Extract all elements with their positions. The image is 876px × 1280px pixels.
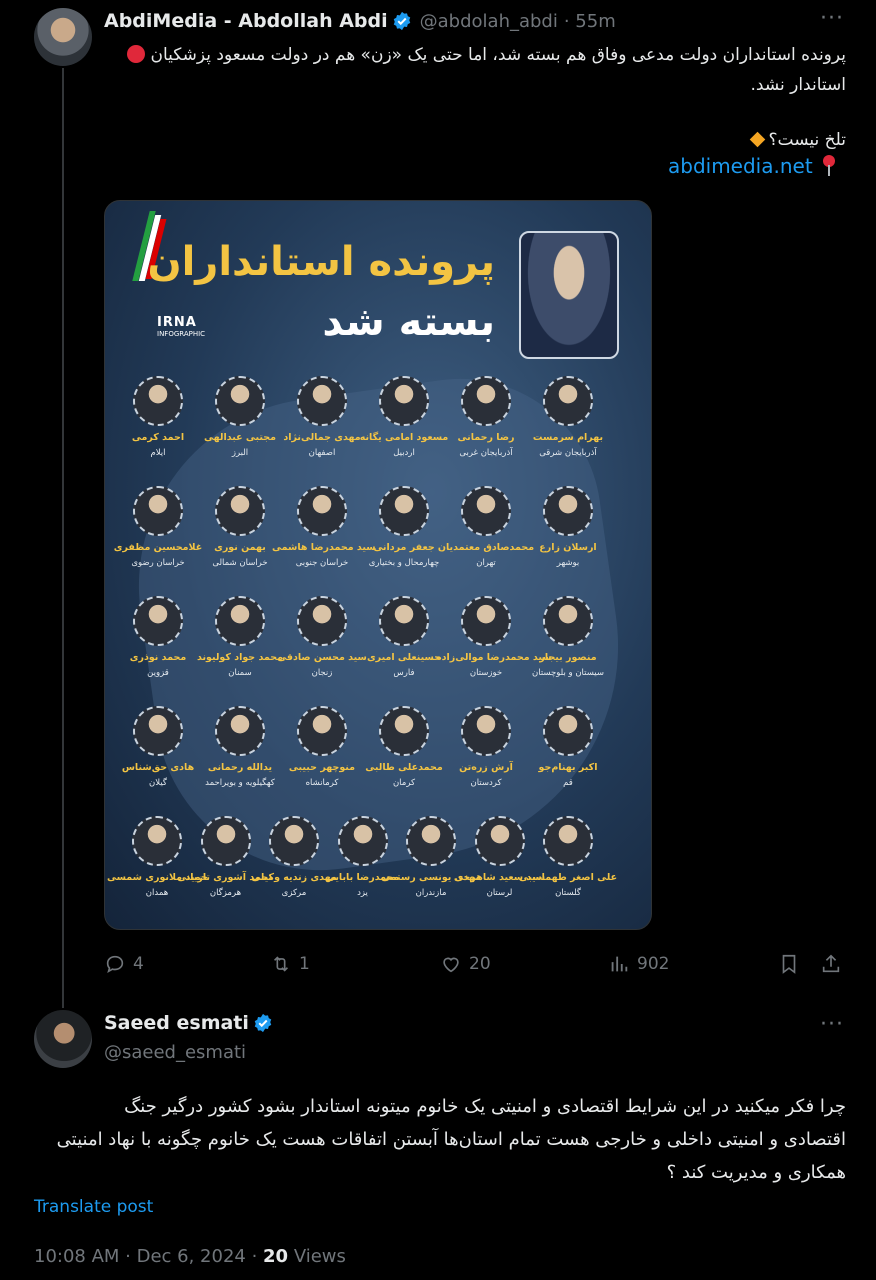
view-count: 902 [637, 954, 670, 974]
tweet-text-line: استاندار نشد. [750, 75, 847, 95]
link[interactable]: abdimedia.net [668, 154, 813, 178]
governor-portrait [474, 816, 525, 866]
views-label: Views [288, 1246, 346, 1267]
governor-name: هادی حق‌شناس [121, 762, 195, 773]
irna-logo-sub: INFOGRAPHIC [157, 330, 206, 338]
governor-portrait [133, 706, 183, 756]
governor-portrait [543, 596, 593, 646]
tweet-text-line: تلخ نیست؟ [768, 130, 846, 150]
governor-portrait [215, 486, 265, 536]
governor-portrait [337, 816, 388, 866]
tweet-text-line: پرونده استانداران دولت مدعی وفاق هم بسته… [104, 40, 846, 70]
governor-portrait [406, 816, 456, 866]
governor-portrait [132, 816, 182, 866]
governor-portrait [461, 706, 511, 756]
reply-icon [106, 955, 124, 974]
governor-province: گیلان [149, 778, 167, 788]
governor-portrait [133, 376, 183, 426]
governor-portrait [297, 596, 347, 646]
governor-portrait [543, 706, 593, 756]
tweet-text-line: چرا فکر میکنید در این شرایط اقتصادی و ام… [124, 1096, 846, 1117]
governor-portrait [200, 816, 251, 866]
tweet-time[interactable]: · 55m [564, 11, 616, 32]
pin-icon [822, 155, 835, 176]
verified-badge-icon [254, 1013, 272, 1033]
governor-portrait [379, 376, 429, 426]
views-chart-icon [611, 956, 628, 972]
like-button[interactable]: 20 [440, 953, 491, 975]
governor-name: غلامحسین مظفری [113, 542, 203, 553]
governor-portrait [461, 486, 511, 536]
governor-portrait [543, 816, 593, 866]
translate-link[interactable]: Translate post [34, 1197, 153, 1217]
reply-count: 4 [133, 954, 144, 974]
thread-line [62, 68, 64, 1008]
verified-badge-icon [393, 11, 410, 31]
share-button[interactable] [820, 953, 842, 975]
repost-icon [273, 956, 289, 972]
repost-count: 1 [299, 954, 310, 974]
governor-province: ایلام [150, 448, 166, 458]
governor-province: قزوین [147, 668, 169, 678]
bookmark-icon [782, 954, 796, 974]
governor-portrait [543, 376, 593, 426]
tweet-text-line: همکاری و مدیریت کند ؟ [666, 1162, 846, 1183]
governor-portrait [269, 816, 319, 866]
views-count: 20 [263, 1246, 289, 1267]
more-options-icon[interactable]: ··· [820, 1012, 844, 1037]
governor-name: احمد کرمی [131, 432, 185, 443]
governor-portrait [297, 486, 347, 536]
governor-portrait [133, 486, 183, 536]
bookmark-button[interactable] [778, 953, 800, 975]
governor-portrait [215, 376, 265, 426]
infographic-title: پرونده استانداران [147, 239, 495, 285]
orange-diamond-icon [749, 131, 766, 148]
governor-portrait [215, 706, 265, 756]
reply-button[interactable]: 4 [104, 953, 144, 975]
views-button[interactable]: 902 [608, 953, 669, 975]
infographic-subtitle: بسته شد [322, 299, 495, 345]
tweet-text-line: اقتصادی و امنیتی داخلی و خارجی هست تمام … [56, 1129, 846, 1150]
share-icon [822, 954, 840, 973]
avatar[interactable] [34, 1010, 92, 1068]
governor-portrait [461, 376, 511, 426]
timestamp[interactable]: 10:08 AM · Dec 6, 2024 · [34, 1246, 263, 1267]
governor-portrait [215, 596, 265, 646]
governor-name: محمد نوذری [129, 652, 187, 663]
author-name[interactable]: AbdiMedia - Abdollah Abdi [104, 10, 388, 32]
governor-province: خراسان رضوی [131, 558, 185, 568]
irna-logo: IRNA [157, 315, 197, 330]
president-portrait [519, 231, 619, 359]
avatar[interactable] [34, 8, 92, 66]
governor-province: همدان [145, 888, 169, 898]
like-count: 20 [469, 954, 491, 974]
governor-name: حمید ملانوری شمسی [107, 872, 208, 883]
author-handle[interactable]: @saeed_esmati [104, 1042, 246, 1063]
repost-button[interactable]: 1 [270, 953, 310, 975]
author-handle[interactable]: @abdolah_abdi [420, 11, 558, 32]
author-name[interactable]: Saeed esmati [104, 1012, 249, 1034]
governor-portrait [379, 706, 429, 756]
infographic-image[interactable]: پرونده استانداران بسته شد IRNA INFOGRAPH… [104, 200, 652, 930]
governor-portrait [379, 596, 429, 646]
governor-portrait [543, 486, 593, 536]
heart-icon [443, 957, 459, 973]
more-options-icon[interactable]: ··· [820, 6, 844, 31]
governor-portrait [297, 706, 347, 756]
governor-portrait [297, 376, 347, 426]
governor-portrait [133, 596, 183, 646]
governor-portrait [461, 596, 511, 646]
red-circle-icon [127, 45, 146, 63]
governor-portrait [379, 486, 429, 536]
